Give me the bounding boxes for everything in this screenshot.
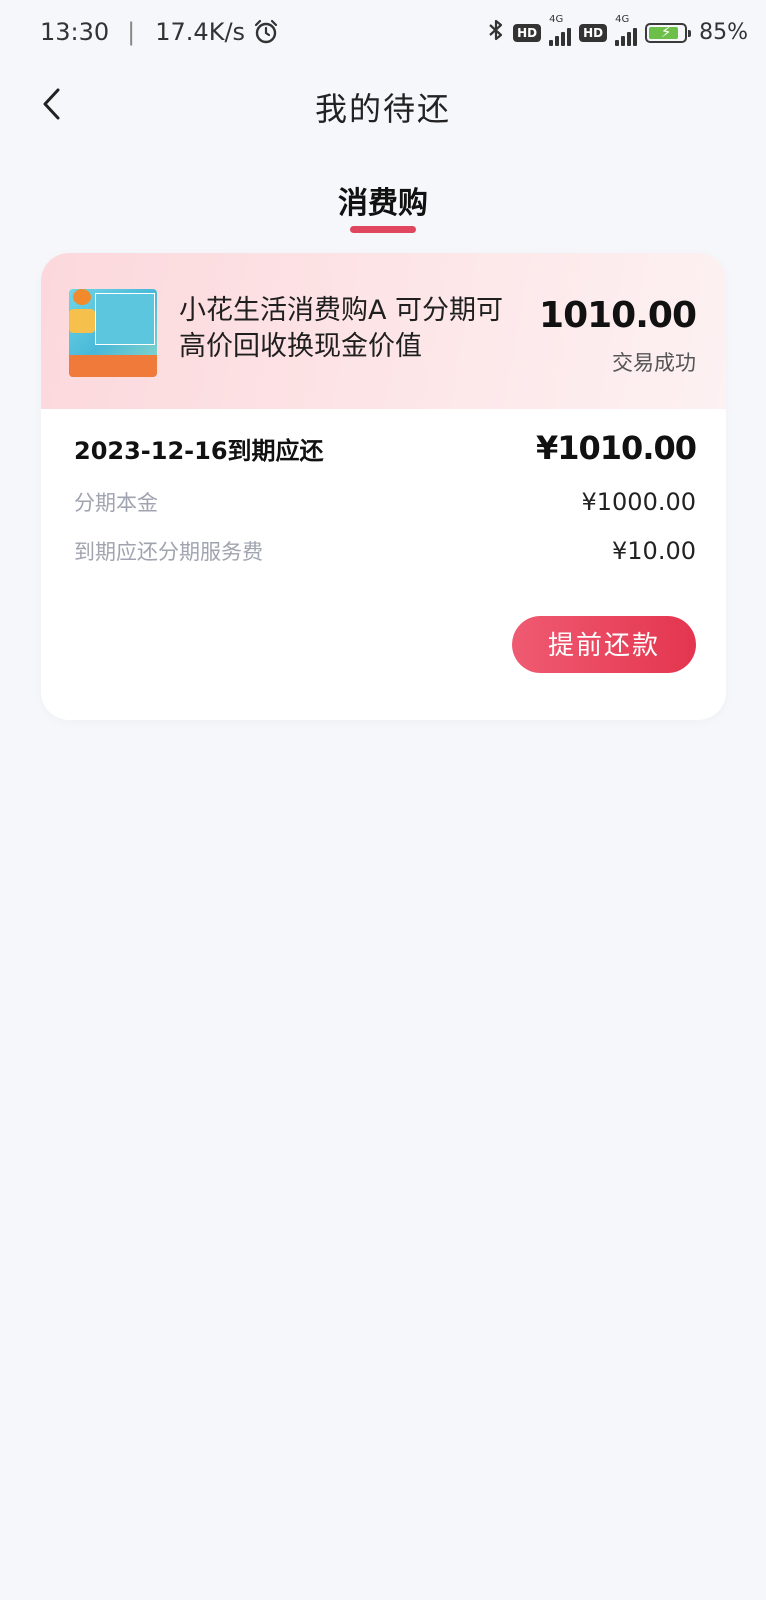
bluetooth-icon: [487, 18, 505, 47]
alarm-clock-icon: [253, 19, 279, 45]
network-speed: 17.4K/s: [155, 18, 246, 46]
status-bar-right: HD 4G HD 4G ⚡ 85%: [487, 14, 748, 47]
due-date-label: 2023-12-16到期应还: [74, 436, 324, 465]
hd-badge-1: HD: [513, 23, 542, 42]
status-separator: |: [127, 18, 136, 46]
transaction-status: 交易成功: [612, 351, 696, 375]
tab-bar: 消费购: [0, 178, 766, 238]
status-bar-left: 13:30 | 17.4K/s: [40, 18, 279, 46]
hd-badge-2: HD: [579, 23, 608, 42]
status-time: 13:30: [40, 18, 110, 46]
due-row: 2023-12-16到期应还 ¥1010.00: [74, 429, 697, 467]
principal-label: 分期本金: [74, 491, 158, 515]
due-amount: ¥1010.00: [535, 429, 697, 467]
fee-row: 到期应还分期服务费 ¥10.00: [74, 536, 696, 566]
cell-signal-icon-2: 4G: [615, 14, 638, 46]
principal-amount: ¥1000.00: [581, 488, 696, 516]
page-title: 我的待还: [314, 90, 451, 128]
tab-consumer-purchase[interactable]: 消费购: [0, 178, 766, 222]
battery-percent: 85%: [699, 20, 748, 45]
charging-bolt-icon: ⚡: [660, 22, 672, 41]
order-amount: 1010.00: [539, 295, 697, 336]
service-fee-label: 到期应还分期服务费: [74, 540, 263, 564]
cell-signal-icon-1: 4G: [549, 14, 572, 46]
network-type-1: 4G: [549, 13, 564, 25]
product-thumbnail: [69, 289, 157, 377]
repayment-card: 小花生活消费购A 可分期可高价回收换现金价值 1010.00 交易成功 2023…: [41, 253, 726, 720]
product-name: 小花生活消费购A 可分期可高价回收换现金价值: [179, 295, 504, 362]
network-type-2: 4G: [615, 13, 630, 25]
active-tab-indicator: [350, 226, 416, 233]
battery-charging-icon: ⚡: [645, 22, 692, 43]
card-header: 小花生活消费购A 可分期可高价回收换现金价值 1010.00 交易成功: [41, 253, 726, 409]
principal-row: 分期本金 ¥1000.00: [74, 487, 696, 517]
service-fee-amount: ¥10.00: [612, 537, 696, 565]
top-nav-bar: 我的待还: [0, 70, 766, 142]
status-bar: 13:30 | 17.4K/s HD 4G HD 4G ⚡ 85%: [0, 0, 766, 70]
early-repay-button[interactable]: 提前还款: [512, 616, 696, 673]
